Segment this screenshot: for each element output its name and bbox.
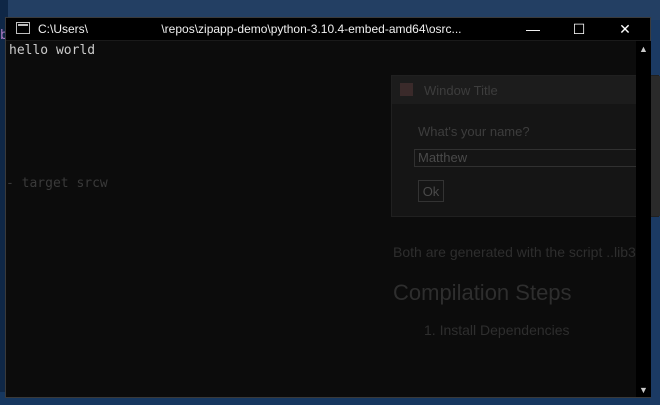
close-button[interactable]: ✕	[602, 18, 648, 40]
console-output-line: hello world	[9, 43, 96, 58]
maximize-button[interactable]: ☐	[556, 18, 602, 40]
minimize-button[interactable]: —	[510, 18, 556, 40]
scroll-down-arrow-icon[interactable]: ▼	[636, 382, 651, 397]
background-ghost-text: - target srcw	[6, 176, 108, 191]
scroll-up-arrow-icon[interactable]: ▲	[636, 41, 651, 56]
console-titlebar[interactable]: C:\Users\ \repos\zipapp-demo\python-3.10…	[6, 18, 650, 41]
console-window[interactable]: C:\Users\ \repos\zipapp-demo\python-3.10…	[5, 17, 660, 398]
background-scroll-region	[650, 76, 660, 216]
terminal-icon	[16, 22, 30, 34]
console-output-area[interactable]: hello world - target srcw	[6, 41, 636, 397]
window-title: C:\Users\ \repos\zipapp-demo\python-3.10…	[38, 22, 462, 36]
console-scrollbar[interactable]: ▲ ▼	[636, 41, 651, 397]
